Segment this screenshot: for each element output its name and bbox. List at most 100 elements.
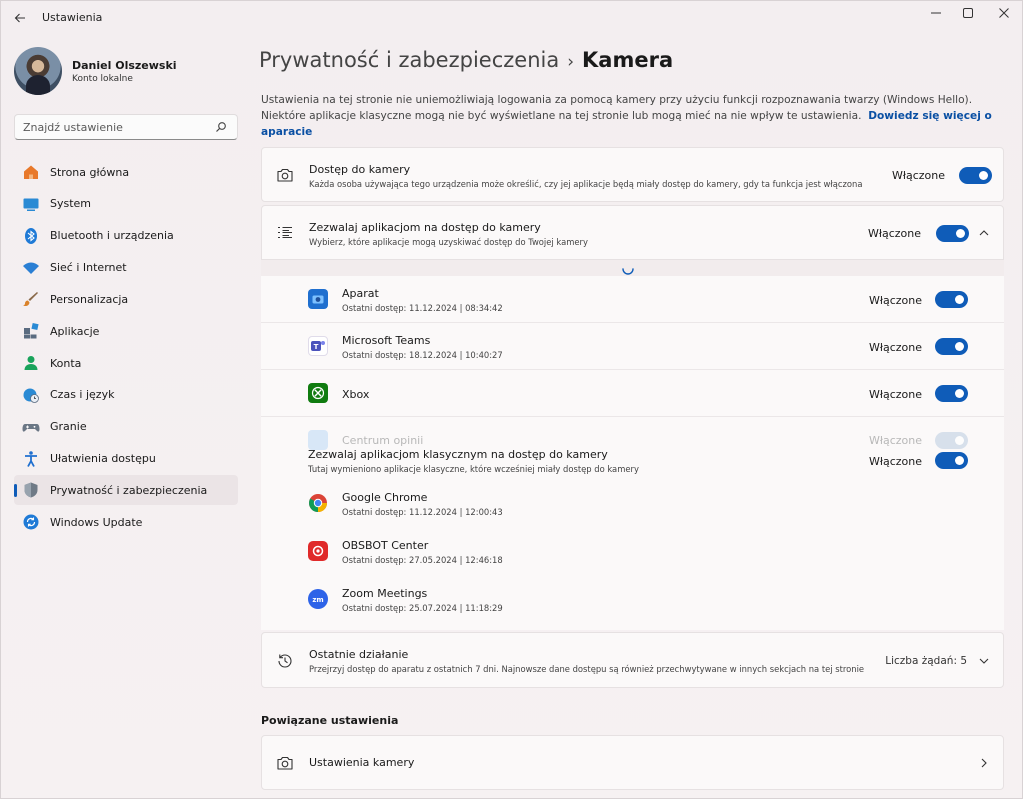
sidebar-item-label: Czas i język [50, 388, 115, 402]
camera-access-card: Dostęp do kamery Każda osoba używająca t… [261, 147, 1004, 202]
loading-strip [261, 260, 1004, 276]
close-button[interactable] [991, 6, 1017, 24]
obsbot-icon [308, 541, 328, 561]
sidebar-item-system[interactable]: System [14, 189, 238, 219]
intro-text-block: Ustawienia na tej stronie nie uniemożliw… [261, 92, 1001, 140]
app-status: Włączone [868, 294, 922, 307]
sidebar-item-network[interactable]: Sieć i Internet [14, 253, 238, 283]
chevron-down-icon[interactable] [978, 655, 990, 667]
sidebar-item-label: Konta [50, 356, 82, 370]
avatar[interactable] [14, 47, 62, 95]
sidebar-item-label: Ułatwienia dostępu [50, 452, 156, 466]
close-icon [999, 8, 1009, 18]
brush-icon [23, 292, 38, 307]
apps-access-toggle[interactable] [936, 225, 969, 242]
app-last-access: Ostatni dostęp: 18.12.2024 | 10:40:27 [342, 350, 503, 360]
sidebar-item-label: Personalizacja [50, 292, 129, 306]
sidebar-item-accessibility[interactable]: Ułatwienia dostępu [14, 444, 238, 474]
settings-window: Ustawienia Daniel Olszewski Konto lokaln… [0, 0, 1023, 799]
camera-icon [277, 168, 293, 182]
sidebar-nav: Strona główna System Bluetooth i urządze… [14, 157, 238, 539]
update-icon [23, 514, 39, 530]
sidebar-item-label: Granie [50, 420, 87, 434]
app-toggle[interactable] [935, 338, 968, 355]
history-icon [278, 654, 292, 668]
maximize-icon [963, 8, 973, 18]
bluetooth-icon [25, 227, 37, 244]
breadcrumb-separator: › [567, 52, 575, 72]
desktop-apps-status: Włączone [868, 455, 922, 468]
app-toggle[interactable] [935, 385, 968, 402]
camera-access-toggle[interactable] [959, 167, 992, 184]
system-icon [23, 198, 39, 211]
app-row-xbox: Xbox Włączone [261, 370, 1004, 417]
search-icon [216, 122, 226, 132]
intro-text: Ustawienia na tej stronie nie uniemożliw… [261, 94, 973, 122]
zoom-icon: zm [308, 589, 328, 609]
app-status: Włączone [868, 341, 922, 354]
chevron-up-icon[interactable] [978, 227, 990, 239]
sidebar-item-privacy[interactable]: Prywatność i zabezpieczenia [14, 475, 238, 506]
app-name-faded: Centrum opinii [342, 434, 424, 447]
maximize-button[interactable] [955, 6, 981, 24]
sidebar-item-time-language[interactable]: Czas i język [14, 380, 238, 410]
desktop-apps-toggle[interactable] [935, 452, 968, 469]
gamepad-icon [22, 423, 40, 432]
camera-settings-link[interactable]: Ustawienia kamery [261, 735, 1004, 790]
sidebar-item-label: System [50, 197, 92, 211]
sidebar-item-apps[interactable]: Aplikacje [14, 316, 238, 346]
sidebar-item-label: Windows Update [50, 515, 143, 529]
sidebar-item-gaming[interactable]: Granie [14, 412, 238, 442]
app-name: Xbox [342, 388, 370, 401]
desktop-apps-subtitle: Tutaj wymieniono aplikacje klasyczne, kt… [308, 464, 639, 474]
app-row-teams: T Microsoft Teams Ostatni dostęp: 18.12.… [261, 323, 1004, 370]
back-button[interactable] [9, 8, 31, 28]
app-name: Microsoft Teams [342, 334, 431, 347]
sidebar-item-label: Sieć i Internet [50, 261, 127, 275]
wifi-icon [23, 262, 39, 274]
recent-title: Ostatnie działanie [309, 648, 409, 661]
chrome-icon [308, 493, 328, 513]
app-name: Aparat [342, 287, 379, 300]
feedback-hub-icon [308, 430, 328, 450]
sidebar-item-accounts[interactable]: Konta [14, 348, 238, 378]
account-type: Konto lokalne [72, 74, 133, 84]
minimize-icon [931, 12, 941, 14]
teams-icon: T [308, 336, 328, 356]
sidebar-item-bluetooth[interactable]: Bluetooth i urządzenia [14, 221, 238, 251]
apps-access-subtitle: Wybierz, które aplikacje mogą uzyskiwać … [309, 237, 588, 247]
apps-access-status: Włączone [867, 227, 921, 240]
recent-activity-card[interactable]: Ostatnie działanie Przejrzyj dostęp do a… [261, 632, 1004, 688]
sidebar-item-label: Bluetooth i urządzenia [50, 229, 174, 243]
app-last-access: Ostatni dostęp: 11.12.2024 | 12:00:43 [342, 507, 503, 517]
app-last-access: Ostatni dostęp: 27.05.2024 | 12:46:18 [342, 555, 503, 565]
minimize-button[interactable] [923, 6, 949, 24]
recent-subtitle: Przejrzyj dostęp do aparatu z ostatnich … [309, 664, 865, 674]
sidebar-item-windows-update[interactable]: Windows Update [14, 507, 238, 537]
apps-access-title: Zezwalaj aplikacjom na dostęp do kamery [309, 221, 541, 234]
apps-access-card[interactable]: Zezwalaj aplikacjom na dostęp do kamery … [261, 205, 1004, 260]
app-last-access: Ostatni dostęp: 11.12.2024 | 08:34:42 [342, 303, 503, 313]
app-toggle[interactable] [935, 291, 968, 308]
app-name: Google Chrome [342, 491, 428, 504]
app-title: Ustawienia [42, 11, 103, 24]
breadcrumb: Prywatność i zabezpieczenia › Kamera [259, 48, 673, 72]
sidebar-item-label: Aplikacje [50, 324, 100, 338]
search-box[interactable] [14, 114, 238, 140]
arrow-left-icon [14, 13, 25, 23]
search-input[interactable] [23, 121, 203, 134]
shield-icon [24, 482, 38, 498]
breadcrumb-parent[interactable]: Prywatność i zabezpieczenia [259, 48, 559, 72]
app-toggle-faded [935, 432, 968, 449]
accessibility-icon [25, 450, 37, 467]
app-status-faded: Włączone [868, 434, 922, 447]
app-row-aparat: Aparat Ostatni dostęp: 11.12.2024 | 08:3… [261, 276, 1004, 323]
apps-icon [24, 323, 39, 339]
sidebar-item-home[interactable]: Strona główna [14, 157, 238, 187]
camera-icon [277, 756, 293, 770]
svg-text:T: T [314, 343, 319, 351]
desktop-app-row-zoom: zm Zoom Meetings Ostatni dostęp: 25.07.2… [261, 575, 1004, 630]
camera-app-icon [308, 289, 328, 309]
sidebar-item-personalization[interactable]: Personalizacja [14, 284, 238, 314]
list-icon [278, 226, 292, 239]
